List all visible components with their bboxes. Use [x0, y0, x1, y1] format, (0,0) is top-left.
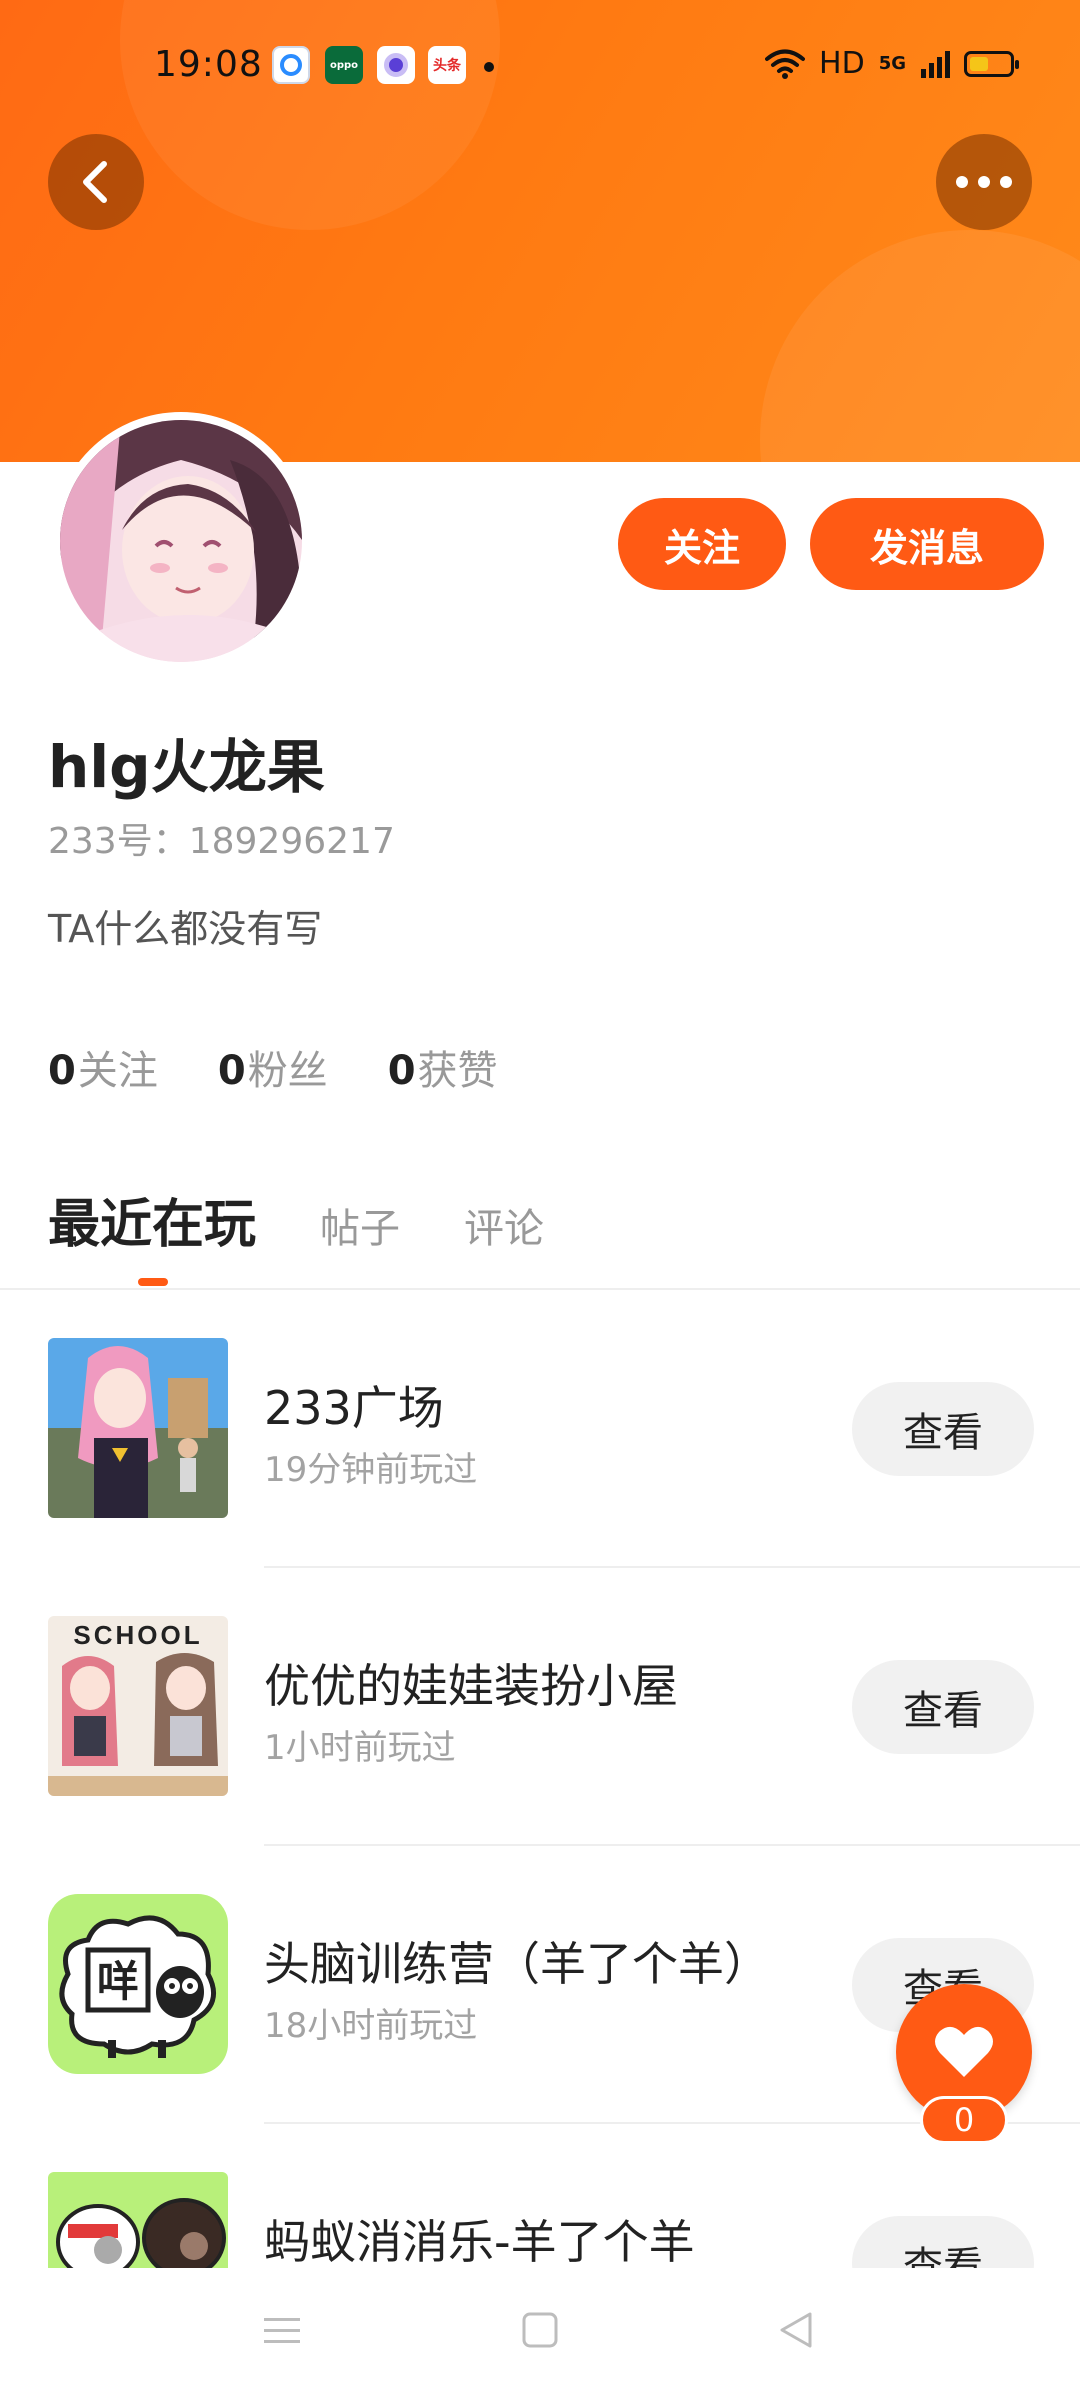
profile-banner: 19:08 oppo 头条 HD 5G — [0, 0, 1080, 462]
status-indicators: HD 5G — [765, 46, 1019, 81]
stat-label: 粉丝 — [247, 1048, 328, 1094]
tab-posts[interactable]: 帖子 — [320, 1196, 400, 1254]
stat-count: 0 — [387, 1048, 416, 1094]
back-nav-icon[interactable] — [776, 2310, 816, 2350]
chevron-left-icon — [83, 161, 107, 203]
toutiao-notification-icon: 头条 — [428, 46, 466, 84]
heart-icon — [935, 2026, 993, 2077]
more-dots-icon — [956, 176, 1012, 188]
send-message-button[interactable]: 发消息 — [810, 498, 1044, 590]
tab-recently-played[interactable]: 最近在玩 — [48, 1182, 256, 1257]
game-last-played: 18小时前玩过 — [264, 2006, 478, 2046]
view-game-button[interactable]: 查看 — [852, 2216, 1034, 2268]
user-bio: TA什么都没有写 — [48, 907, 323, 951]
signal-icon — [921, 50, 950, 78]
username: hlg火龙果 — [48, 733, 325, 801]
menu-icon[interactable] — [262, 2310, 302, 2350]
home-icon[interactable] — [520, 2310, 560, 2350]
stat-label: 关注 — [77, 1048, 158, 1094]
network-type: 5G — [878, 53, 906, 74]
app-notification-icon — [377, 46, 415, 84]
more-notifications-dot — [484, 62, 494, 72]
game-title: 233广场 — [264, 1381, 444, 1435]
status-time: 19:08 — [154, 44, 263, 85]
oppo-notification-icon: oppo — [325, 46, 363, 84]
user-id: 233号：189296217 — [48, 821, 395, 862]
back-button[interactable] — [48, 134, 144, 230]
banner-decoration — [760, 230, 1080, 462]
more-options-button[interactable] — [936, 134, 1032, 230]
profile-tabs: 最近在玩 帖子 评论 — [48, 1182, 544, 1257]
recent-games-list: 233广场 19分钟前玩过 查看 SCHOOL 优优的娃娃装扮小屋 1小时前玩过… — [0, 1290, 1080, 2268]
game-title: 头脑训练营（羊了个羊） — [264, 1937, 770, 1991]
system-navigation-bar — [0, 2268, 1080, 2400]
game-thumbnail — [48, 2172, 228, 2268]
list-item[interactable]: 233广场 19分钟前玩过 查看 — [0, 1290, 1080, 1568]
avatar[interactable] — [52, 412, 310, 670]
stat-likes[interactable]: 0获赞 — [388, 1038, 498, 1096]
game-thumbnail: 咩 — [48, 1894, 228, 2074]
banner-decoration — [120, 0, 500, 230]
hd-indicator: HD — [819, 46, 865, 81]
avatar-image — [60, 420, 302, 662]
wifi-icon — [765, 49, 806, 79]
game-last-played: 19分钟前玩过 — [264, 1450, 478, 1490]
thumbnail-sheep-char: 咩 — [97, 1957, 139, 2006]
browser-notification-icon — [272, 46, 310, 84]
follow-button[interactable]: 关注 — [618, 498, 786, 590]
like-count-badge: 0 — [920, 2096, 1008, 2144]
view-game-button[interactable]: 查看 — [852, 1660, 1034, 1754]
profile-stats: 0关注 0粉丝 0获赞 — [48, 1038, 498, 1096]
tab-comments[interactable]: 评论 — [464, 1196, 544, 1254]
game-last-played: 1小时前玩过 — [264, 1728, 456, 1768]
game-title: 蚂蚁消消乐-羊了个羊 — [264, 2215, 695, 2268]
game-thumbnail — [48, 1338, 228, 1518]
active-tab-indicator — [138, 1278, 168, 1286]
thumbnail-school-text: SCHOOL — [73, 1620, 202, 1650]
list-item[interactable]: 蚂蚁消消乐-羊了个羊 查看 — [0, 2124, 1080, 2268]
stat-fans[interactable]: 0粉丝 — [218, 1038, 328, 1096]
game-title: 优优的娃娃装扮小屋 — [264, 1659, 678, 1713]
view-game-button[interactable]: 查看 — [852, 1382, 1034, 1476]
stat-count: 0 — [217, 1048, 246, 1094]
battery-icon — [964, 50, 1019, 77]
list-item[interactable]: SCHOOL 优优的娃娃装扮小屋 1小时前玩过 查看 — [0, 1568, 1080, 1846]
stat-count: 0 — [48, 1048, 76, 1094]
stat-label: 获赞 — [417, 1048, 498, 1094]
stat-following[interactable]: 0关注 — [48, 1038, 158, 1096]
game-thumbnail: SCHOOL — [48, 1616, 228, 1796]
